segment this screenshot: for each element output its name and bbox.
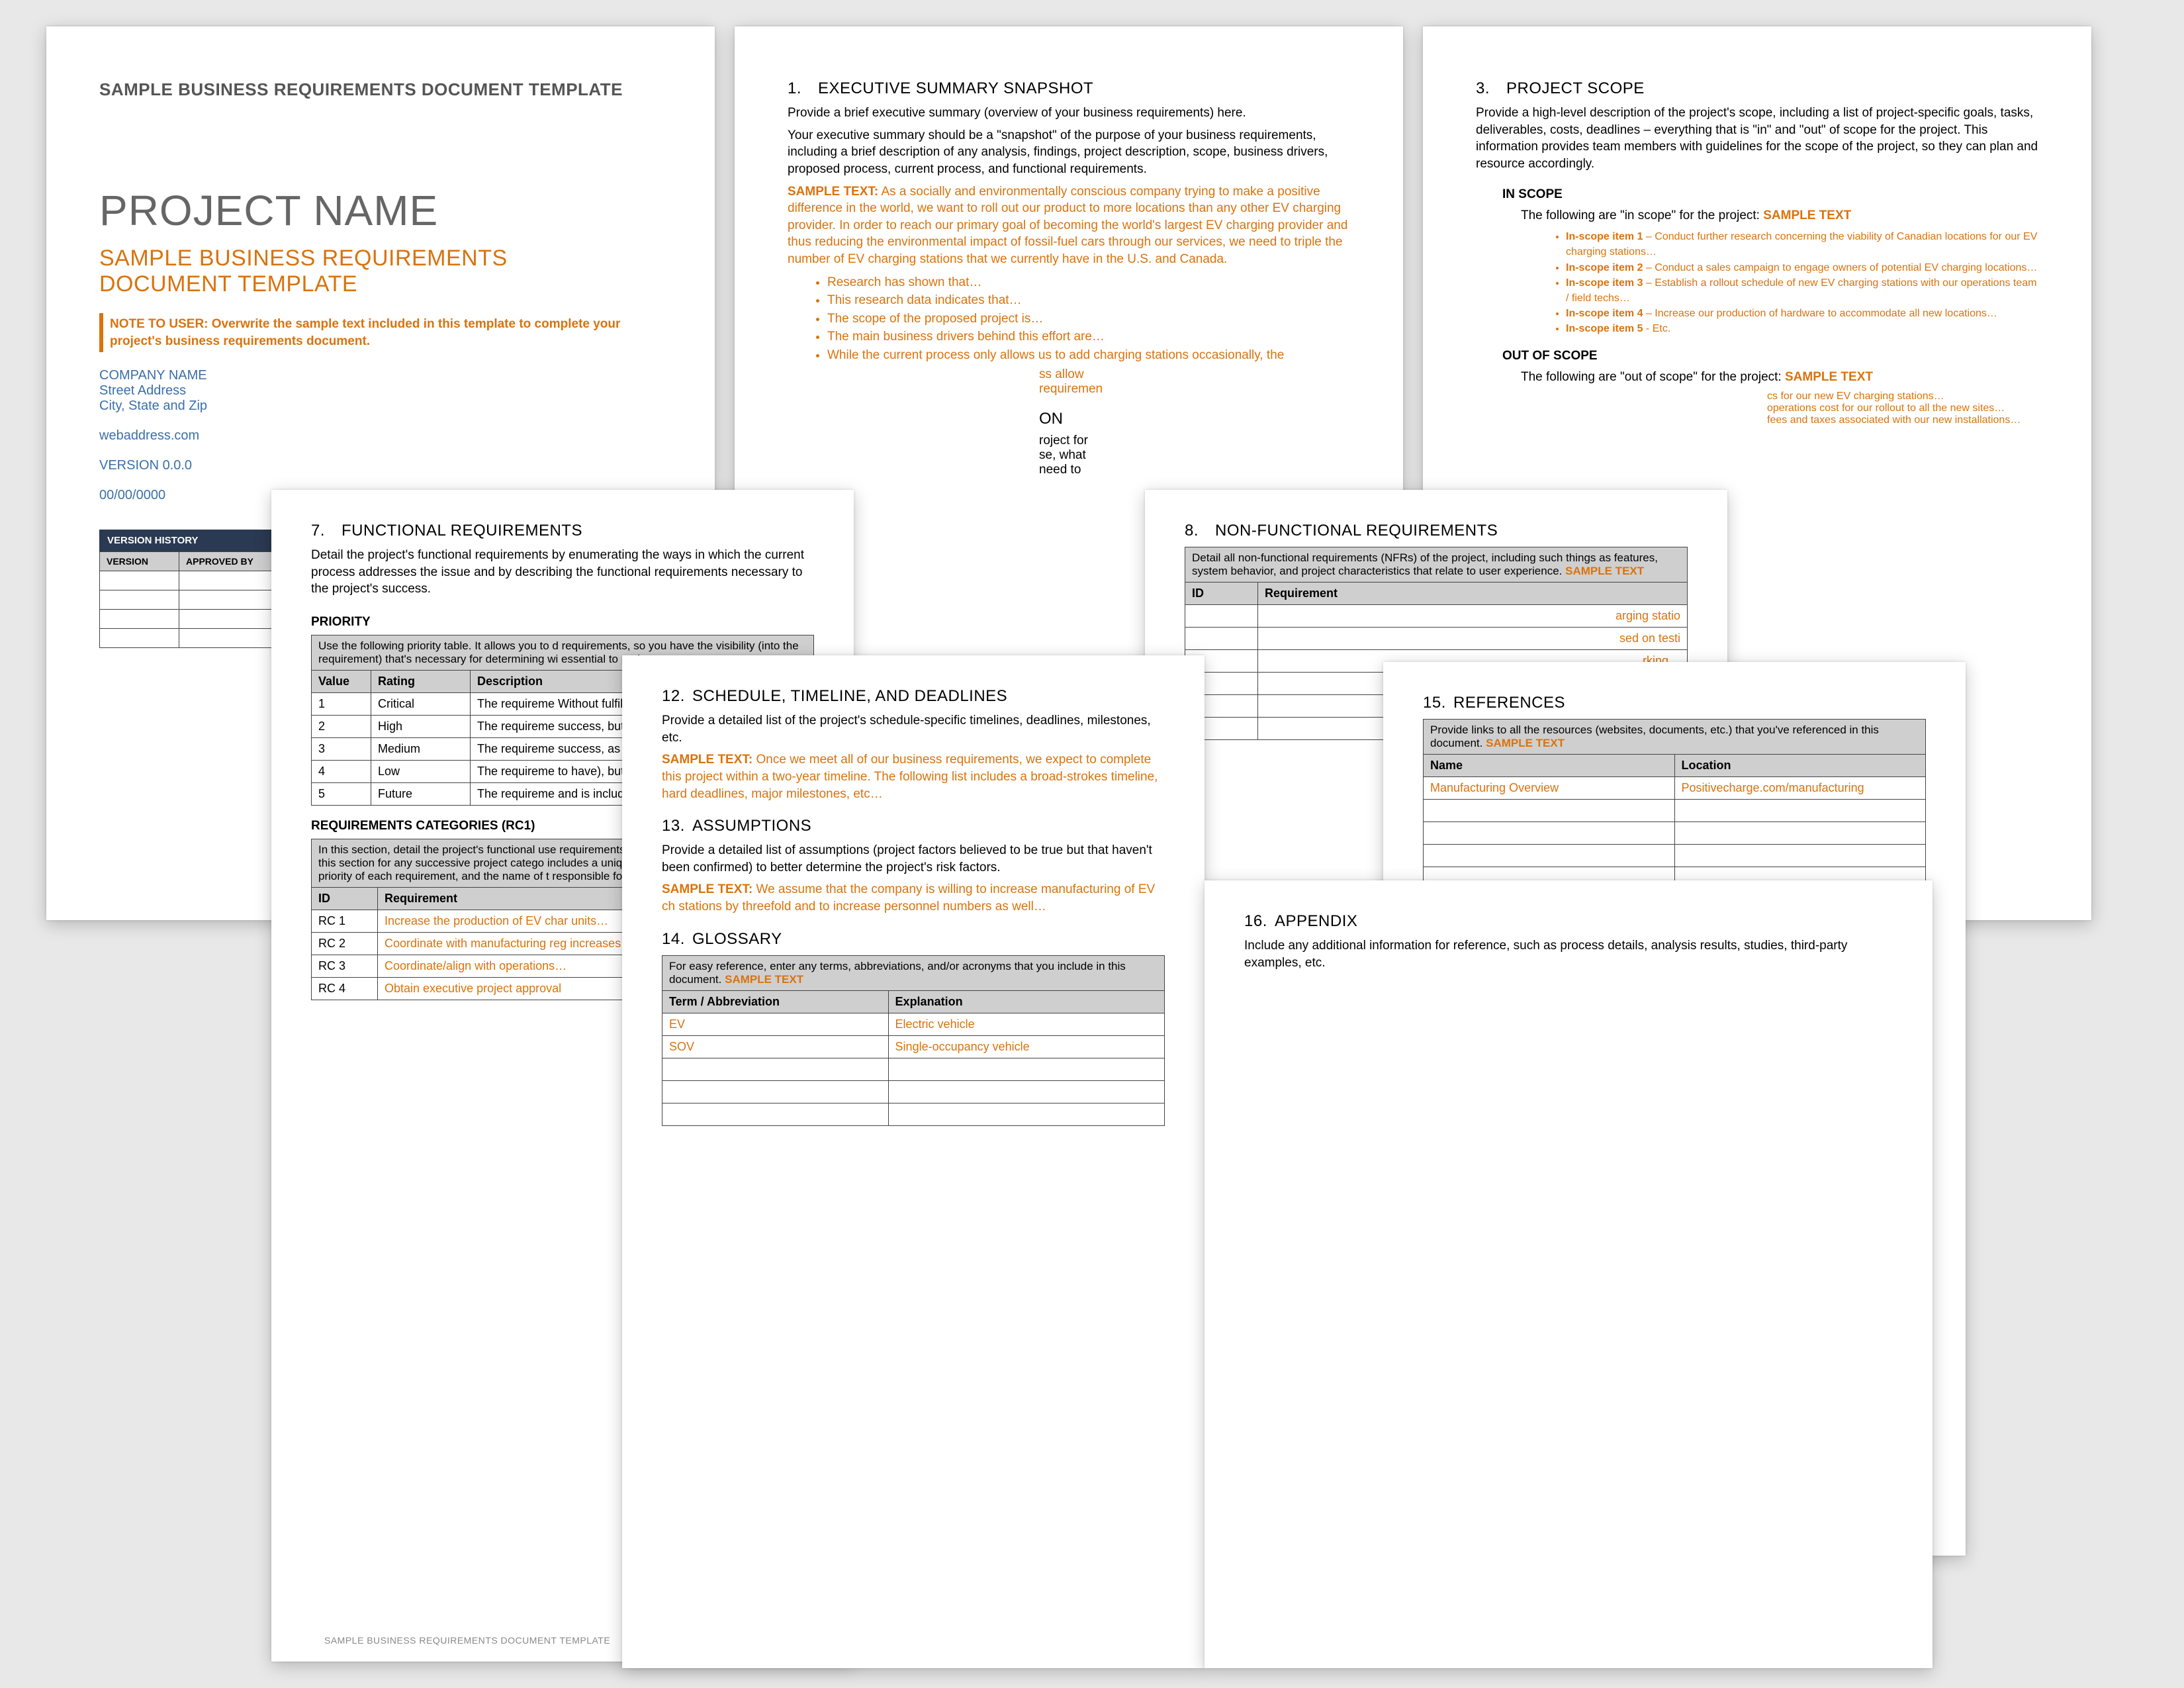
table-row [662, 1058, 1165, 1080]
list-item: In-scope item 4 – Increase our productio… [1566, 306, 2038, 321]
section-14-heading: 14.GLOSSARY [662, 930, 1165, 949]
version-history-title: VERSION HISTORY [107, 535, 199, 546]
list-item: In-scope item 3 – Establish a rollout sc… [1566, 275, 2038, 306]
truncated-line: operations cost for our rollout to all t… [1767, 402, 2038, 414]
section-7-heading: 7.FUNCTIONAL REQUIREMENTS [311, 522, 814, 540]
section-1-heading: 1.EXECUTIVE SUMMARY SNAPSHOT [788, 79, 1350, 98]
table-row: Manufacturing OverviewPositivecharge.com… [1424, 777, 1926, 800]
schedule-intro: Provide a detailed list of the project's… [662, 712, 1165, 746]
table-row [1424, 845, 1926, 867]
list-item: The main business drivers behind this ef… [827, 328, 1350, 346]
table-row [662, 1103, 1165, 1125]
exec-summary-p1: Provide a brief executive summary (overv… [788, 105, 1350, 122]
list-item: The scope of the proposed project is… [827, 310, 1350, 328]
scope-intro: Provide a high-level description of the … [1476, 105, 2038, 173]
pri-col-rating: Rating [371, 670, 471, 692]
priority-heading: PRIORITY [311, 615, 814, 630]
vh-col-version: VERSION [100, 552, 179, 571]
truncated-line: se, what [1039, 448, 1350, 463]
company-name: COMPANY NAME [99, 368, 662, 383]
table-row: sed on testi [1185, 628, 1688, 650]
doc-header: SAMPLE BUSINESS REQUIREMENTS DOCUMENT TE… [99, 79, 662, 100]
section-16-heading: 16.APPENDIX [1244, 912, 1893, 931]
exec-summary-sample: SAMPLE TEXT: As a socially and environme… [788, 183, 1350, 268]
truncated-line: need to [1039, 463, 1350, 477]
exec-summary-bullets: Research has shown that… This research d… [788, 273, 1350, 365]
assumptions-intro: Provide a detailed list of assumptions (… [662, 842, 1165, 876]
ref-col-location: Location [1674, 755, 1926, 777]
out-scope-heading: OUT OF SCOPE [1502, 349, 2038, 363]
references-instructions: Provide links to all the resources (webs… [1424, 720, 1926, 755]
in-scope-intro: The following are "in scope" for the pro… [1502, 207, 2038, 224]
glossary-instructions: For easy reference, enter any terms, abb… [662, 955, 1165, 990]
truncated-line: ss allow [1039, 367, 1350, 382]
subtitle-line2: DOCUMENT TEMPLATE [99, 271, 662, 297]
list-item: In-scope item 5 - Etc. [1566, 321, 2038, 336]
exec-summary-p2: Your executive summary should be a "snap… [788, 127, 1350, 178]
section-12-heading: 12.SCHEDULE, TIMELINE, AND DEADLINES [662, 687, 1165, 706]
table-row [1424, 822, 1926, 845]
table-row: arging statio [1185, 605, 1688, 628]
in-scope-list: In-scope item 1 – Conduct further resear… [1502, 229, 2038, 336]
list-item: In-scope item 1 – Conduct further resear… [1566, 229, 2038, 259]
list-item: In-scope item 2 – Conduct a sales campai… [1566, 260, 2038, 275]
table-row [1424, 800, 1926, 822]
schedule-sample: SAMPLE TEXT: Once we meet all of our bus… [662, 751, 1165, 802]
nfr-col-requirement: Requirement [1258, 583, 1688, 605]
note-to-user: NOTE TO USER: Overwrite the sample text … [99, 313, 662, 352]
glossary-col-term: Term / Abbreviation [662, 990, 889, 1013]
version-label: VERSION 0.0.0 [99, 458, 662, 473]
page-8: 16.APPENDIX Include any additional infor… [1205, 880, 1933, 1668]
table-row: SOVSingle-occupancy vehicle [662, 1035, 1165, 1058]
street-address: Street Address [99, 383, 662, 399]
table-row [662, 1080, 1165, 1103]
web-address: webaddress.com [99, 428, 662, 444]
truncated-line: requiremen [1039, 382, 1350, 397]
section-3-heading: 3.PROJECT SCOPE [1476, 79, 2038, 98]
list-item: While the current process only allows us… [827, 346, 1350, 365]
ref-col-name: Name [1424, 755, 1675, 777]
section-13-heading: 13.ASSUMPTIONS [662, 817, 1165, 835]
assumptions-sample: SAMPLE TEXT: We assume that the company … [662, 881, 1165, 915]
nfr-instructions: Detail all non-functional requirements (… [1185, 547, 1688, 583]
project-title: PROJECT NAME [99, 186, 662, 235]
section-8-heading: 8.NON-FUNCTIONAL REQUIREMENTS [1185, 522, 1688, 540]
list-item: Research has shown that… [827, 273, 1350, 292]
glossary-col-explanation: Explanation [888, 990, 1164, 1013]
out-scope-intro: The following are "out of scope" for the… [1502, 369, 2038, 386]
list-item: This research data indicates that… [827, 291, 1350, 310]
truncated-heading: ON [1039, 410, 1350, 428]
city-state-zip: City, State and Zip [99, 399, 662, 414]
table-row: EVElectric vehicle [662, 1013, 1165, 1035]
truncated-line: roject for [1039, 434, 1350, 448]
note-text: NOTE TO USER: Overwrite the sample text … [110, 317, 620, 348]
nfr-col-id: ID [1185, 583, 1258, 605]
func-req-intro: Detail the project's functional requirem… [311, 547, 814, 598]
section-15-heading: 15.REFERENCES [1423, 694, 1926, 712]
in-scope-heading: IN SCOPE [1502, 187, 2038, 202]
appendix-intro: Include any additional information for r… [1244, 937, 1893, 971]
truncated-line: cs for our new EV charging stations… [1767, 391, 2038, 402]
subtitle-line1: SAMPLE BUSINESS REQUIREMENTS [99, 246, 662, 271]
rc-col-id: ID [312, 887, 378, 910]
glossary-table: For easy reference, enter any terms, abb… [662, 955, 1165, 1126]
page-6: 12.SCHEDULE, TIMELINE, AND DEADLINES Pro… [622, 655, 1205, 1668]
pri-col-value: Value [312, 670, 371, 692]
truncated-line: fees and taxes associated with our new i… [1767, 414, 2038, 426]
